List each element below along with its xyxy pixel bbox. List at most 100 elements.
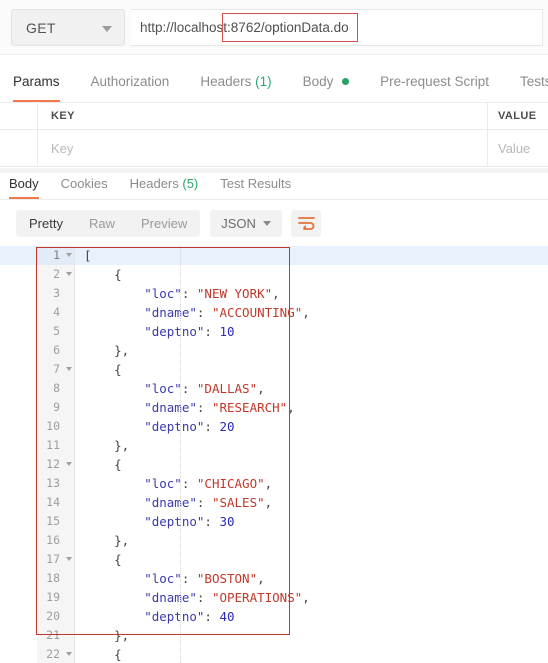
code-token: "deptno" (84, 419, 205, 434)
code-line: { (76, 455, 548, 474)
code-token: : (196, 305, 212, 320)
code-token: : (181, 286, 197, 301)
code-token: 40 (219, 609, 235, 624)
code-token: "OPERATIONS" (211, 590, 303, 605)
code-line: "loc": "CHICAGO", (76, 474, 548, 493)
code-line: }, (76, 341, 548, 360)
code-token: "ACCOUNTING" (211, 305, 303, 320)
fold-toggle-icon[interactable] (66, 652, 72, 656)
code-content[interactable]: [ { "loc": "NEW YORK", "dname": "ACCOUNT… (76, 246, 548, 663)
code-token: : (204, 514, 220, 529)
code-token: : (181, 571, 197, 586)
params-row-checkbox-cell[interactable] (0, 130, 38, 166)
code-line: [ (76, 246, 548, 265)
code-token: [ (84, 248, 92, 263)
tab-pre-request-script-label: Pre-request Script (380, 74, 489, 89)
response-language-select[interactable]: JSON (210, 209, 283, 237)
params-value-input[interactable]: Value (488, 130, 548, 166)
code-line: }, (76, 436, 548, 455)
params-header-checkbox-cell (0, 103, 38, 129)
postman-window: GET http://localhost:8762/optionData.do … (0, 0, 548, 663)
code-token: "loc" (84, 571, 182, 586)
params-table-header-row: KEY VALUE (0, 103, 548, 130)
code-token: { (84, 647, 122, 662)
code-token: "DALLAS" (196, 381, 258, 396)
line-number: 16 (46, 533, 60, 547)
url-input[interactable]: http://localhost:8762/optionData.do (131, 9, 543, 46)
indent-guide (180, 246, 181, 663)
code-line: "dname": "SALES", (76, 493, 548, 512)
line-number: 7 (37, 360, 74, 379)
code-token: , (264, 476, 273, 491)
line-number: 1 (37, 246, 74, 265)
tab-response-headers-count: (5) (182, 176, 199, 191)
body-modified-dot-icon (342, 78, 350, 85)
code-token: : (204, 324, 220, 339)
fold-toggle-icon[interactable] (66, 462, 72, 466)
code-token: "loc" (84, 381, 182, 396)
view-mode-preview[interactable]: Preview (128, 210, 200, 237)
response-body-editor[interactable]: 1234567891011121314151617181920212223242… (0, 246, 548, 663)
tab-headers[interactable]: Headers (1) (200, 74, 271, 102)
tab-test-results[interactable]: Test Results (220, 176, 291, 199)
line-number: 22 (37, 645, 74, 663)
code-token: "deptno" (84, 609, 205, 624)
line-number: 12 (37, 455, 74, 474)
code-token: "deptno" (84, 324, 205, 339)
line-number: 10 (46, 419, 60, 433)
params-key-input[interactable]: Key (38, 130, 488, 166)
code-line: "deptno": 20 (76, 417, 548, 436)
chevron-down-icon (102, 25, 112, 32)
code-token: : (196, 590, 212, 605)
tab-response-headers[interactable]: Headers (5) (130, 176, 199, 199)
fold-toggle-icon[interactable] (66, 253, 72, 257)
params-header-value-label: VALUE (498, 110, 537, 122)
fold-toggle-icon[interactable] (66, 367, 72, 371)
tab-response-body[interactable]: Body (9, 176, 39, 199)
line-number: 4 (53, 305, 60, 319)
tab-response-cookies-label: Cookies (60, 176, 108, 191)
view-mode-pretty[interactable]: Pretty (16, 210, 76, 237)
code-token: : (181, 381, 197, 396)
tab-body[interactable]: Body (303, 74, 350, 102)
tab-response-cookies[interactable]: Cookies (61, 176, 108, 199)
word-wrap-button[interactable] (291, 209, 322, 237)
code-token: : (204, 609, 220, 624)
http-method-select[interactable]: GET (11, 9, 125, 46)
line-number: 5 (53, 324, 60, 338)
code-token: { (84, 457, 122, 472)
code-token: : (204, 419, 220, 434)
view-mode-raw[interactable]: Raw (76, 210, 128, 237)
tab-authorization-label: Authorization (90, 74, 170, 89)
tab-body-label: Body (302, 74, 334, 89)
line-number: 13 (46, 476, 60, 490)
line-number: 6 (53, 343, 60, 357)
code-token: "CHICAGO" (196, 476, 265, 491)
tab-tests[interactable]: Tests (520, 74, 548, 102)
code-token: 30 (219, 514, 235, 529)
line-number: 2 (37, 265, 74, 284)
code-line: "loc": "BOSTON", (76, 569, 548, 588)
code-line: "deptno": 40 (76, 607, 548, 626)
code-token: { (84, 267, 122, 282)
tab-response-headers-label: Headers (129, 176, 179, 191)
code-line: "deptno": 30 (76, 512, 548, 531)
code-line: { (76, 550, 548, 569)
line-number: 14 (46, 495, 60, 509)
line-number: 11 (46, 438, 60, 452)
code-line: "dname": "OPERATIONS", (76, 588, 548, 607)
code-line: { (76, 265, 548, 284)
tab-params[interactable]: Params (13, 74, 60, 102)
fold-toggle-icon[interactable] (66, 557, 72, 561)
params-table: KEY VALUE Key Value (0, 103, 548, 168)
chevron-down-icon (263, 221, 272, 226)
fold-toggle-icon[interactable] (66, 272, 72, 276)
tab-authorization[interactable]: Authorization (91, 74, 170, 102)
line-number-gutter: 1234567891011121314151617181920212223242… (37, 246, 75, 663)
code-line: { (76, 645, 548, 663)
tab-pre-request-script[interactable]: Pre-request Script (380, 74, 489, 102)
table-row[interactable]: Key Value (0, 130, 548, 167)
params-header-key-cell: KEY (38, 103, 488, 129)
response-format-toolbar: Pretty Raw Preview JSON (0, 200, 548, 246)
tab-tests-label: Tests (519, 74, 548, 89)
